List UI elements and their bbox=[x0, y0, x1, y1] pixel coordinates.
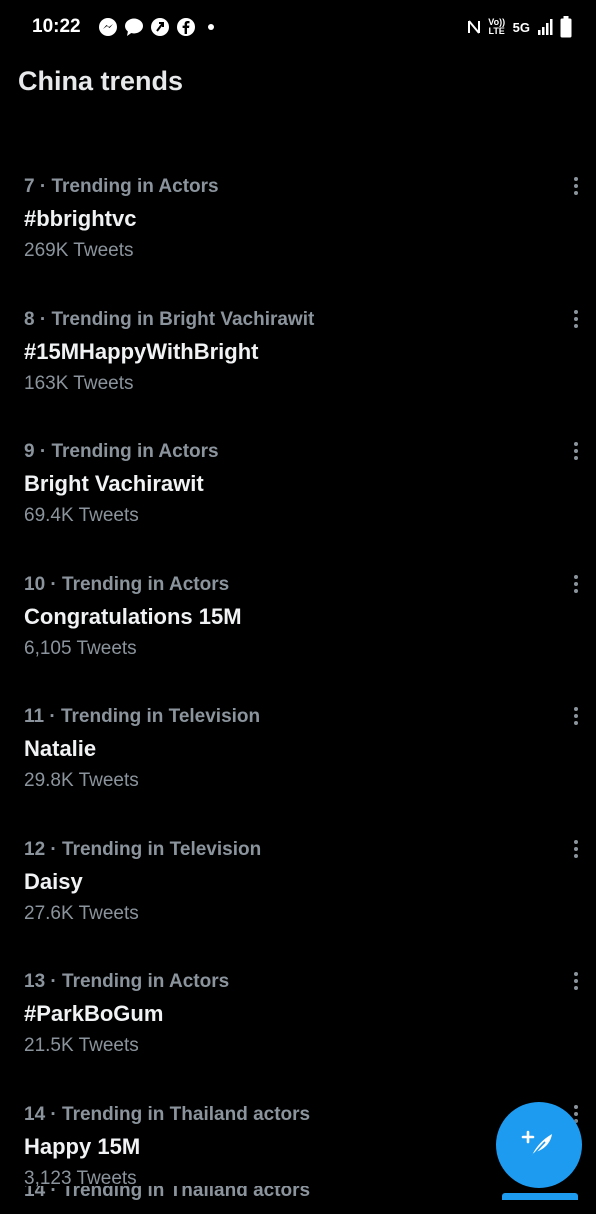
more-options-icon[interactable] bbox=[568, 172, 584, 200]
network-type-label: 5G bbox=[512, 19, 530, 35]
trend-name: Natalie bbox=[24, 736, 97, 761]
volte-icon: Vo)) LTE bbox=[488, 17, 506, 36]
trend-category: 7 · Trending in Actors bbox=[24, 176, 219, 197]
trend-name: #15MHappyWithBright bbox=[24, 339, 259, 364]
messenger-icon bbox=[99, 18, 117, 36]
trend-name: #ParkBoGum bbox=[24, 1001, 164, 1026]
more-options-icon[interactable] bbox=[568, 835, 584, 863]
trend-item[interactable]: 7 · Trending in Actors #bbrightvc 269K T… bbox=[0, 176, 596, 286]
trend-item[interactable]: 13 · Trending in Actors #ParkBoGum 21.5K… bbox=[0, 971, 596, 1081]
trend-category: 14 · Trending in Thailand actors bbox=[24, 1104, 311, 1125]
trend-item[interactable]: 9 · Trending in Actors Bright Vachirawit… bbox=[0, 441, 596, 551]
page-title: China trends bbox=[18, 66, 184, 96]
bottom-nav-edge bbox=[502, 1193, 578, 1200]
more-options-icon[interactable] bbox=[568, 570, 584, 598]
trend-tweet-count: 6,105 Tweets bbox=[24, 638, 137, 659]
trend-category: 8 · Trending in Bright Vachirawit bbox=[24, 309, 315, 330]
trend-item-partial[interactable]: 14 · Trending in Thailand actors bbox=[24, 1186, 310, 1200]
status-bar: 10:22 Vo)) LTE 5G bbox=[0, 0, 596, 56]
trend-category: 14 · Trending in Thailand actors bbox=[24, 1186, 311, 1200]
music-icon bbox=[151, 18, 169, 36]
more-options-icon[interactable] bbox=[568, 437, 584, 465]
trend-tweet-count: 163K Tweets bbox=[24, 373, 134, 394]
trend-name: Happy 15M bbox=[24, 1134, 141, 1159]
compose-tweet-icon bbox=[521, 1130, 552, 1159]
battery-icon bbox=[560, 16, 572, 38]
chat-bubble-icon bbox=[125, 18, 143, 36]
status-time: 10:22 bbox=[32, 16, 81, 37]
trend-tweet-count: 21.5K Tweets bbox=[24, 1035, 139, 1056]
trend-category: 11 · Trending in Television bbox=[24, 706, 261, 727]
more-options-icon[interactable] bbox=[568, 702, 584, 730]
trend-tweet-count: 29.8K Tweets bbox=[24, 770, 139, 791]
trend-name: Bright Vachirawit bbox=[24, 471, 204, 496]
trend-name: #bbrightvc bbox=[24, 206, 137, 231]
signal-icon bbox=[538, 19, 553, 35]
trend-item[interactable]: 10 · Trending in Actors Congratulations … bbox=[0, 574, 596, 684]
trend-item[interactable]: 12 · Trending in Television Daisy 27.6K … bbox=[0, 839, 596, 949]
system-icons: Vo)) LTE 5G bbox=[467, 16, 572, 38]
trend-name: Congratulations 15M bbox=[24, 604, 242, 629]
trend-tweet-count: 69.4K Tweets bbox=[24, 505, 139, 526]
trend-item[interactable]: 8 · Trending in Bright Vachirawit #15MHa… bbox=[0, 309, 596, 419]
compose-tweet-button[interactable] bbox=[496, 1102, 582, 1188]
trend-category: 12 · Trending in Television bbox=[24, 839, 262, 860]
trend-tweet-count: 27.6K Tweets bbox=[24, 903, 139, 924]
trend-category: 10 · Trending in Actors bbox=[24, 574, 230, 595]
trend-category: 13 · Trending in Actors bbox=[24, 971, 230, 992]
more-notifications-dot bbox=[208, 24, 214, 30]
facebook-icon bbox=[177, 18, 195, 36]
trend-item[interactable]: 11 · Trending in Television Natalie 29.8… bbox=[0, 706, 596, 816]
nfc-icon bbox=[467, 20, 480, 34]
trend-name: Daisy bbox=[24, 869, 83, 894]
trend-tweet-count: 269K Tweets bbox=[24, 240, 134, 261]
trend-category: 9 · Trending in Actors bbox=[24, 441, 219, 462]
notification-icons bbox=[98, 17, 214, 37]
more-options-icon[interactable] bbox=[568, 305, 584, 333]
more-options-icon[interactable] bbox=[568, 967, 584, 995]
